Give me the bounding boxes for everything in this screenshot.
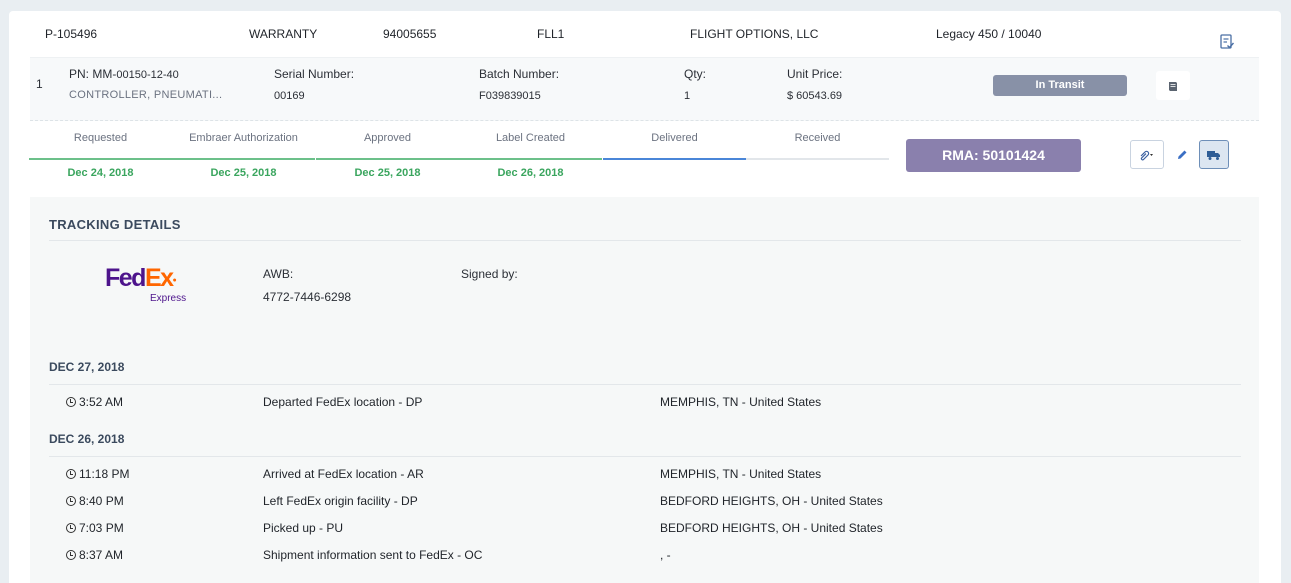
tracking-date-header: DEC 26, 2018 — [49, 432, 125, 446]
clock-icon — [66, 496, 76, 506]
pn-value: 00150-12-40 — [116, 69, 179, 81]
order-location: FLL1 — [537, 27, 565, 41]
part-description: CONTROLLER, PNEUMATI... — [69, 89, 223, 101]
fedex-logo-fed: Fed — [105, 264, 146, 292]
event-time: 7:03 PM — [66, 521, 124, 535]
event-location: , - — [660, 548, 671, 562]
clock-icon — [66, 550, 76, 560]
chevron-down-icon — [1150, 153, 1153, 156]
price-label: Unit Price: — [787, 67, 843, 81]
event-time: 8:37 AM — [66, 548, 123, 562]
batch-value: F039839015 — [479, 90, 541, 102]
event-description: Picked up - PU — [263, 521, 344, 535]
price-value: $ 60543.69 — [787, 90, 843, 102]
serial-label: Serial Number: — [274, 67, 355, 81]
event-time-text: 8:37 AM — [79, 548, 124, 562]
event-time-text: 7:03 PM — [79, 521, 124, 535]
divider — [49, 384, 1241, 385]
pencil-icon — [1178, 150, 1187, 159]
signed-by-label: Signed by: — [461, 267, 518, 281]
step-requested: Requested — [29, 132, 172, 160]
edit-button[interactable] — [1171, 140, 1193, 169]
book-button[interactable] — [1156, 71, 1190, 100]
part-number: PN: MM-00150-12-40 — [69, 67, 179, 81]
batch-label: Batch Number: — [479, 67, 560, 81]
step-date: Dec 26, 2018 — [497, 167, 564, 179]
attach-dropdown-button[interactable] — [1130, 140, 1164, 169]
clock-icon — [66, 397, 76, 407]
step-embraer-authorization: Embraer Authorization — [172, 132, 315, 160]
event-description: Left FedEx origin facility - DP — [263, 494, 418, 508]
order-type: WARRANTY — [249, 27, 318, 41]
tracking-panel: TRACKING DETAILS FedEx● Express AWB: 477… — [30, 197, 1259, 583]
event-time-text: 3:52 AM — [79, 395, 124, 409]
clock-icon — [66, 523, 76, 533]
step-date: Dec 25, 2018 — [354, 167, 421, 179]
paperclip-icon — [1140, 150, 1153, 160]
tracking-title: TRACKING DETAILS — [49, 217, 181, 232]
clipboard-check-icon[interactable] — [1219, 33, 1235, 55]
aircraft-info: Legacy 450 / 10040 — [936, 27, 1042, 41]
divider — [49, 456, 1241, 457]
serial-value: 00169 — [274, 90, 305, 102]
rma-badge: RMA: 50101424 — [906, 139, 1081, 172]
line-item-row: 1 PN: MM-00150-12-40 CONTROLLER, PNEUMAT… — [30, 57, 1259, 121]
qty-value: 1 — [684, 90, 691, 102]
step-label: Approved — [363, 132, 412, 144]
fedex-logo: FedEx● — [105, 264, 177, 292]
step-label-created: Label Created — [459, 132, 602, 160]
step-delivered: Delivered — [603, 132, 746, 160]
divider — [49, 240, 1241, 241]
event-location: MEMPHIS, TN - United States — [660, 467, 822, 481]
step-date: Dec 24, 2018 — [67, 167, 134, 179]
fedex-express-label: Express — [150, 293, 187, 304]
clock-icon — [66, 469, 76, 479]
book-icon — [1169, 81, 1177, 91]
event-description: Shipment information sent to FedEx - OC — [263, 548, 483, 562]
event-description: Arrived at FedEx location - AR — [263, 467, 424, 481]
step-label: Delivered — [651, 132, 698, 144]
awb-value: 4772-7446-6298 — [263, 290, 352, 304]
pn-label: PN: — [69, 67, 90, 81]
event-time: 8:40 PM — [66, 494, 124, 508]
awb-label: AWB: — [263, 267, 294, 281]
customer-name: FLIGHT OPTIONS, LLC — [690, 27, 819, 41]
step-label: Label Created — [495, 132, 566, 144]
event-location: BEDFORD HEIGHTS, OH - United States — [660, 494, 883, 508]
event-location: BEDFORD HEIGHTS, OH - United States — [660, 521, 883, 535]
qty-label: Qty: — [684, 67, 707, 81]
tracking-button[interactable] — [1199, 140, 1229, 169]
fedex-logo-ex: Ex — [144, 264, 174, 292]
order-id: P-105496 — [45, 27, 98, 41]
step-approved: Approved — [316, 132, 459, 160]
step-date: Dec 25, 2018 — [210, 167, 277, 179]
order-number: 94005655 — [383, 27, 437, 41]
event-time: 11:18 PM — [66, 467, 129, 481]
event-time-text: 8:40 PM — [79, 494, 124, 508]
truck-icon — [1207, 150, 1220, 160]
rma-card: P-105496 WARRANTY 94005655 FLL1 FLIGHT O… — [9, 11, 1281, 583]
event-time-text: 11:18 PM — [79, 467, 130, 481]
pn-prefix: MM- — [92, 67, 117, 81]
tracking-date-header: DEC 27, 2018 — [49, 360, 125, 374]
step-received: Received — [746, 132, 889, 160]
step-label: Requested — [73, 132, 128, 144]
event-location: MEMPHIS, TN - United States — [660, 395, 822, 409]
event-time: 3:52 AM — [66, 395, 123, 409]
event-description: Departed FedEx location - DP — [263, 395, 423, 409]
line-index: 1 — [36, 77, 43, 91]
step-label: Received — [794, 132, 841, 144]
status-badge: In Transit — [993, 75, 1127, 96]
step-label: Embraer Authorization — [189, 132, 298, 144]
